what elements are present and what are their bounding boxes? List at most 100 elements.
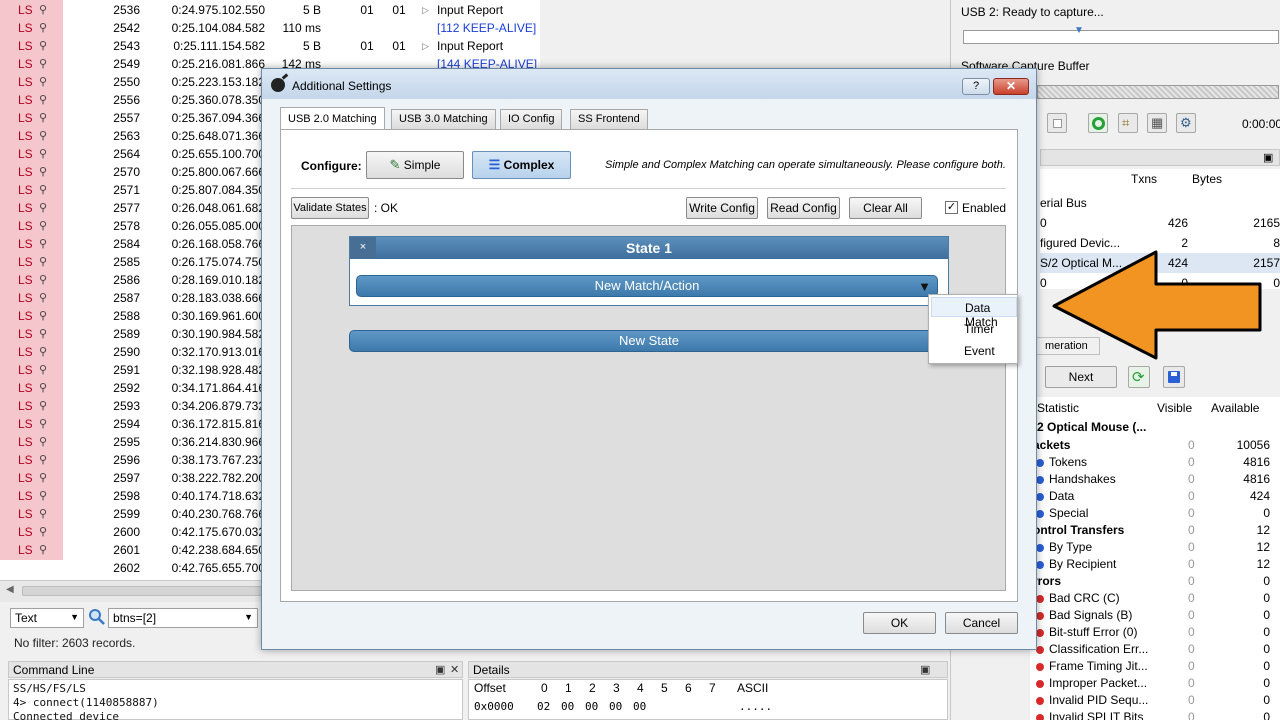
enabled-checkbox[interactable]: ✓	[945, 201, 958, 214]
details-header-col: 7	[709, 681, 716, 695]
tree-row[interactable]: Data 0 424	[1030, 488, 1280, 505]
trigger-icon[interactable]: ⌗	[1118, 113, 1138, 133]
tree-row[interactable]: rrors 0 0	[1030, 573, 1280, 590]
save-icon[interactable]	[1163, 366, 1185, 388]
new-match-label: New Match/Action	[594, 278, 700, 293]
speed-cell: LS	[18, 129, 33, 143]
filter-type-select[interactable]: Text ▼	[10, 608, 84, 628]
time-cell: 0:25.807.084.350	[171, 183, 265, 197]
dialog-titlebar[interactable]: Additional Settings ? ✕	[262, 69, 1036, 99]
scroll-left-icon[interactable]: ◀	[6, 584, 14, 595]
stop-button[interactable]	[1047, 113, 1067, 133]
settings-icon[interactable]: ⚙	[1176, 113, 1196, 133]
usb-icon: ⚲	[39, 76, 48, 88]
info-icon	[1036, 544, 1044, 552]
usb-icon: ⚲	[39, 508, 48, 520]
tree-row[interactable]: Handshakes 0 4816	[1030, 471, 1280, 488]
error-icon	[1036, 595, 1044, 603]
tab-ss-frontend[interactable]: SS Frontend	[570, 109, 648, 129]
tree-visible: 0	[1188, 557, 1195, 571]
tree-row[interactable]: Tokens 0 4816	[1030, 454, 1280, 471]
float-icon[interactable]: ▣	[920, 663, 930, 676]
complex-button[interactable]: ☰ Complex	[472, 151, 571, 179]
close-icon[interactable]: ✕	[450, 663, 459, 676]
read-config-button[interactable]: Read Config	[767, 197, 840, 219]
tree-row[interactable]: By Recipient 0 12	[1030, 556, 1280, 573]
tree-row[interactable]: Bad Signals (B) 0 0	[1030, 607, 1280, 624]
command-line-output[interactable]: SS/HS/FS/LS 4> connect(1140858887) Conne…	[8, 679, 463, 720]
float-icon[interactable]: ▣	[1263, 151, 1273, 164]
tree-device-title[interactable]: 2 Optical Mouse (...	[1037, 420, 1146, 434]
index-cell: 2550	[113, 75, 140, 89]
list-item[interactable]: 0 426 2165	[1040, 213, 1280, 233]
tree-row[interactable]: Frame Timing Jit... 0 0	[1030, 658, 1280, 675]
details-hex-view[interactable]: Offset 0 1 2 3 4 5 6 7 ASCII 0x0000 02 0…	[468, 679, 948, 720]
stat-bytes: 0	[1273, 276, 1280, 290]
filter-search-input[interactable]: btns=[2] ▼	[108, 608, 258, 628]
chevron-down-icon[interactable]: ▼	[244, 612, 253, 622]
tree-row[interactable]: Improper Packet... 0 0	[1030, 675, 1280, 692]
tree-row[interactable]: ontrol Transfers 0 12	[1030, 522, 1280, 539]
refresh-icon[interactable]: ⟳	[1128, 366, 1150, 388]
float-icon[interactable]: ▣	[435, 663, 445, 676]
tab-io-config[interactable]: IO Config	[500, 109, 563, 129]
state-1-box: State 1 × New Match/Action ▼	[349, 236, 949, 306]
tree-available: 0	[1263, 710, 1270, 720]
new-match-action-button[interactable]: New Match/Action ▼	[356, 275, 938, 297]
write-config-button[interactable]: Write Config	[686, 197, 758, 219]
table-row[interactable]: LS ⚲ 2543 0:25.111.154.582 5 B 01 01 ▷ Input Rep…	[0, 37, 540, 55]
speed-cell: LS	[18, 75, 33, 89]
tree-visible: 0	[1188, 710, 1195, 720]
usb-icon: ⚲	[39, 526, 48, 538]
tab-label: USB 3.0 Matching	[399, 113, 488, 125]
tree-row[interactable]: ackets 0 10056	[1030, 437, 1280, 454]
cancel-button[interactable]: Cancel	[945, 612, 1018, 634]
tree-row[interactable]: Invalid SPLIT Bits 0 0	[1030, 709, 1280, 720]
close-button[interactable]: ✕	[993, 78, 1029, 95]
tree-label: Bad CRC (C)	[1049, 591, 1120, 605]
table-row[interactable]: LS ⚲ 2536 0:24.975.102.550 5 B 01 01 ▷ Input Rep…	[0, 1, 540, 19]
speed-cell: LS	[18, 93, 33, 107]
stat-label: erial Bus	[1040, 196, 1087, 210]
tree-visible: 0	[1188, 574, 1195, 588]
tree-row[interactable]: Invalid PID Sequ... 0 0	[1030, 692, 1280, 709]
usb-icon: ⚲	[39, 292, 48, 304]
list-item[interactable]: erial Bus	[1040, 193, 1280, 213]
tree-row[interactable]: Bit-stuff Error (0) 0 0	[1030, 624, 1280, 641]
record-button[interactable]	[1088, 113, 1108, 133]
validate-states-label: Validate States	[293, 202, 367, 214]
scrollbar-thumb[interactable]	[22, 586, 262, 596]
tab-usb2-matching[interactable]: USB 2.0 Matching	[280, 107, 385, 131]
time-cell: 0:32.170.913.016	[171, 345, 265, 359]
index-cell: 2599	[113, 507, 140, 521]
menu-item-timer[interactable]: Timer	[931, 319, 1017, 339]
clear-all-button[interactable]: Clear All	[849, 197, 922, 219]
tree-row[interactable]: Classification Err... 0 0	[1030, 641, 1280, 658]
tree-row[interactable]: Special 0 0	[1030, 505, 1280, 522]
error-icon	[1036, 663, 1044, 671]
menu-item-event[interactable]: Event	[931, 341, 1017, 361]
new-state-button[interactable]: New State	[349, 330, 949, 352]
simple-button[interactable]: ✎ Simple	[366, 151, 464, 179]
stat-label: 0	[1040, 276, 1047, 290]
menu-item-data-match[interactable]: Data Match	[931, 297, 1017, 329]
ok-button[interactable]: OK	[863, 612, 936, 634]
statistics-pane-header: ▣	[1040, 149, 1280, 166]
speed-cell: LS	[18, 399, 33, 413]
index-cell: 2588	[113, 309, 140, 323]
grid-icon[interactable]: ▦	[1147, 113, 1167, 133]
remove-state-icon[interactable]: ×	[350, 237, 376, 259]
tree-row[interactable]: Bad CRC (C) 0 0	[1030, 590, 1280, 607]
tree-row[interactable]: By Type 0 12	[1030, 539, 1280, 556]
speed-cell: LS	[18, 291, 33, 305]
tab-usb3-matching[interactable]: USB 3.0 Matching	[391, 109, 496, 129]
tree-available: 12	[1256, 540, 1270, 554]
details-title: Details	[473, 663, 510, 677]
tree-visible: 0	[1188, 676, 1195, 690]
table-row[interactable]: LS ⚲ 2542 0:25.104.084.582 110 ms [112 KEEP-A…	[0, 19, 540, 37]
speed-cell: LS	[18, 543, 33, 557]
validate-states-button[interactable]: Validate States	[291, 197, 369, 219]
stat-label: figured Devic...	[1040, 236, 1121, 250]
help-button[interactable]: ?	[962, 78, 990, 95]
next-button[interactable]: Next	[1045, 366, 1117, 388]
